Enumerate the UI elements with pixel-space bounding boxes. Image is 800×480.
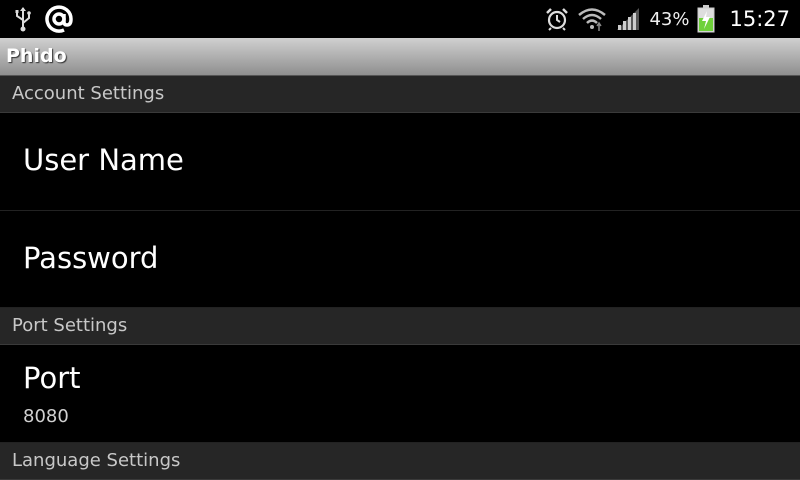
battery-charging-icon (697, 5, 715, 33)
wifi-icon (577, 6, 607, 32)
battery-percent: 43% (649, 8, 690, 30)
clock-time: 15:27 (729, 7, 790, 31)
status-bar: 43% 15:27 (0, 0, 800, 38)
pref-title: Password (23, 241, 159, 275)
pref-user-name[interactable]: User Name (0, 113, 800, 211)
at-sign-icon (44, 4, 74, 34)
section-header-label: Account Settings (12, 83, 165, 104)
pref-title: Port (23, 361, 81, 395)
section-header-label: Language Settings (12, 450, 181, 471)
section-header-account: Account Settings (0, 76, 800, 113)
title-bar: Phido (0, 38, 800, 76)
app-title: Phido (6, 45, 67, 67)
section-header-port: Port Settings (0, 308, 800, 345)
pref-port[interactable]: Port 8080 (0, 345, 800, 443)
section-header-language: Language Settings (0, 443, 800, 480)
pref-password[interactable]: Password (0, 211, 800, 308)
signal-icon (615, 6, 641, 32)
alarm-icon (545, 7, 569, 31)
pref-title: User Name (23, 143, 184, 177)
section-header-label: Port Settings (12, 315, 128, 336)
usb-icon (14, 6, 32, 32)
pref-summary: 8080 (23, 406, 69, 427)
